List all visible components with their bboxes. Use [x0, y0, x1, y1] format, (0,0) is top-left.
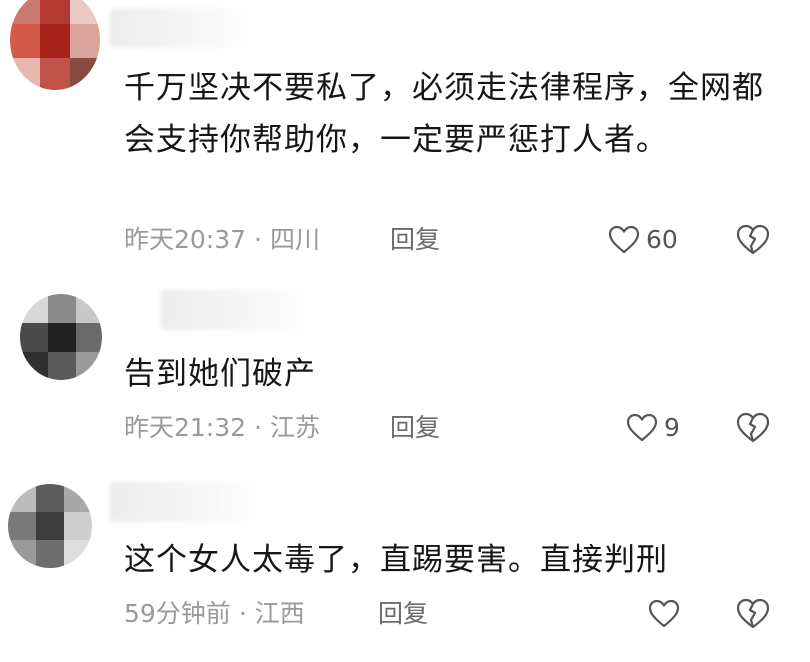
avatar[interactable] — [8, 484, 92, 568]
heart-outline-icon — [608, 225, 640, 255]
reply-button[interactable]: 回复 — [390, 222, 440, 258]
reply-button[interactable]: 回复 — [390, 410, 440, 446]
comment-meta: 昨天20:37 · 四川 — [124, 222, 320, 258]
comment-item: 千万坚决不要私了，必须走法律程序，全网都会支持你帮助你，一定要严惩打人者。 昨天… — [0, 0, 810, 270]
heart-outline-icon — [648, 599, 680, 629]
username-redacted[interactable] — [160, 290, 310, 330]
avatar[interactable] — [20, 294, 102, 380]
like-button[interactable] — [648, 596, 686, 632]
comment-meta: 昨天21:32 · 江苏 — [124, 410, 320, 446]
comment-item: 这个女人太毒了，直踢要害。直接判刑 59分钟前 · 江西 回复 — [0, 478, 810, 662]
comment-text: 这个女人太毒了，直踢要害。直接判刑 — [124, 542, 668, 578]
meta-separator: · — [254, 413, 262, 442]
dislike-button[interactable] — [736, 222, 770, 258]
meta-separator: · — [238, 599, 247, 628]
comment-time: 昨天21:32 — [124, 413, 247, 442]
comment-text: 告到她们破产 — [124, 356, 316, 392]
like-button[interactable]: 60 — [608, 222, 678, 258]
avatar[interactable] — [10, 0, 100, 90]
dislike-button[interactable] — [736, 596, 770, 632]
username-redacted[interactable] — [110, 8, 250, 48]
reply-button[interactable]: 回复 — [378, 596, 428, 632]
comment-time: 59分钟前 — [124, 599, 231, 628]
meta-separator: · — [254, 225, 262, 254]
comment-text: 千万坚决不要私了，必须走法律程序，全网都会支持你帮助你，一定要严惩打人者。 — [124, 70, 764, 158]
username-redacted[interactable] — [110, 482, 260, 522]
broken-heart-icon — [736, 598, 770, 630]
comment-location: 江西 — [254, 599, 305, 628]
comment-item: 告到她们破产 昨天21:32 · 江苏 回复 9 — [0, 290, 810, 460]
comment-location: 四川 — [270, 225, 321, 254]
broken-heart-icon — [736, 412, 770, 444]
dislike-button[interactable] — [736, 410, 770, 446]
comment-location: 江苏 — [270, 413, 321, 442]
like-count: 60 — [646, 225, 678, 254]
comment-meta: 59分钟前 · 江西 — [124, 596, 305, 632]
like-button[interactable]: 9 — [626, 410, 680, 446]
broken-heart-icon — [736, 224, 770, 256]
heart-outline-icon — [626, 413, 658, 443]
like-count: 9 — [664, 413, 680, 442]
comment-time: 昨天20:37 — [124, 225, 247, 254]
